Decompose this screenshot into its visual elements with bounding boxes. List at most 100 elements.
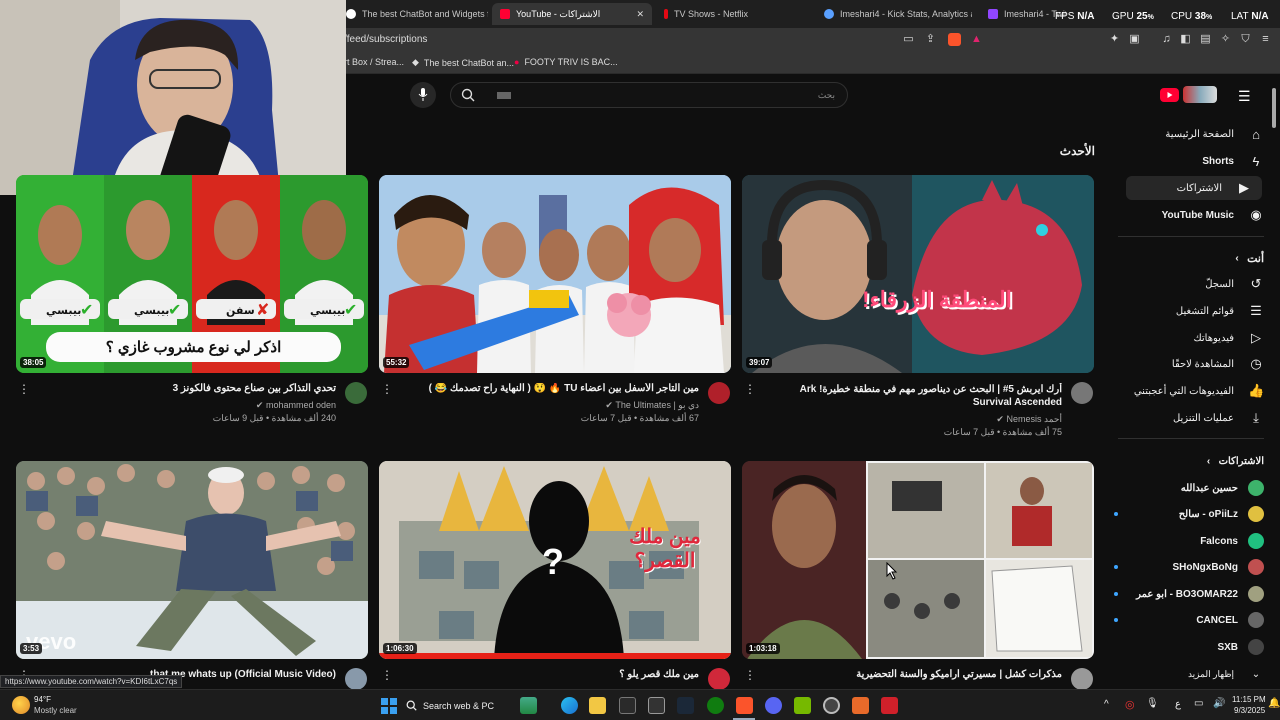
microphone-tray-icon[interactable]: 🎙: [1146, 698, 1159, 709]
video-channel[interactable]: دي بو | The Ultimates ✔: [403, 400, 699, 411]
subscription-item[interactable]: ابو عمر - BO3OMAR22: [1114, 583, 1264, 605]
terminal-icon[interactable]: [648, 697, 665, 714]
channel-avatar[interactable]: [1071, 382, 1093, 404]
network-icon[interactable]: ▭: [1194, 698, 1203, 709]
tray-app-icon[interactable]: ◎: [1125, 698, 1135, 711]
video-title[interactable]: أرك ايربش 5# | البحث عن ديناصور مهم في م…: [766, 383, 1062, 411]
input-language[interactable]: ع: [1175, 699, 1181, 710]
file-explorer-icon[interactable]: [589, 697, 606, 714]
weather-icon[interactable]: [12, 696, 30, 714]
nav-playlists[interactable]: قوائم التشغيل ☰: [1114, 299, 1264, 323]
youtube-logo-icon[interactable]: [1160, 88, 1179, 102]
sidebar-toggle-icon[interactable]: ◧: [1179, 33, 1192, 46]
nvidia-icon[interactable]: [794, 697, 811, 714]
tab-twitch[interactable]: Imeshari4 - Twitch: [980, 3, 1066, 25]
volume-icon[interactable]: 🔊: [1213, 698, 1225, 709]
video-title[interactable]: مذكرات كشل | مسيرتي اراميكو والسنة التحض…: [766, 669, 1062, 680]
clock[interactable]: 11:15 PM: [1232, 695, 1266, 704]
extensions-icon[interactable]: ✦: [1108, 33, 1121, 46]
subscription-item[interactable]: SHoNgxBoNg: [1114, 556, 1264, 578]
more-options-icon[interactable]: ⋮: [18, 382, 30, 396]
weather-desc[interactable]: Mostly clear: [34, 706, 77, 715]
channel-avatar[interactable]: [708, 382, 730, 404]
windows-start-icon[interactable]: [381, 698, 397, 714]
video-title[interactable]: تحدي التذاكر بين صناع محتوى فالكونز 3: [40, 383, 336, 394]
channel-avatar[interactable]: [1183, 86, 1217, 103]
voice-search-button[interactable]: [410, 82, 436, 108]
video-thumbnail[interactable]: 1:03:18: [742, 461, 1094, 659]
brave-browser-icon[interactable]: [736, 697, 753, 714]
tab-youtube[interactable]: YouTube - الاشتراكات ✕: [492, 3, 652, 25]
nav-liked-videos[interactable]: الفيديوهات التي أعجبتني 👍: [1114, 379, 1264, 403]
url-text[interactable]: /feed/subscriptions: [344, 34, 427, 45]
channel-avatar[interactable]: [1071, 668, 1093, 690]
steam-icon[interactable]: [677, 697, 694, 714]
subscription-item[interactable]: حسين عبدالله: [1114, 477, 1264, 499]
brave-shield-icon[interactable]: [948, 33, 961, 46]
nav-youtube-music[interactable]: YouTube Music ◉: [1114, 203, 1264, 227]
nav-history[interactable]: السجلّ ↺: [1114, 272, 1264, 296]
xbox-icon[interactable]: [707, 697, 724, 714]
show-more-button[interactable]: إظهار المزيد ⌄: [1114, 662, 1264, 686]
subscription-item[interactable]: SXB: [1114, 636, 1264, 658]
subscriptions-section-heading[interactable]: ‹ الاشتراكات: [1114, 449, 1264, 473]
subscription-item[interactable]: سالح - oPiiLz: [1114, 503, 1264, 525]
taskbar-search[interactable]: Search web & PC: [406, 695, 526, 716]
store-icon[interactable]: [619, 697, 636, 714]
more-options-icon[interactable]: ⋮: [381, 668, 393, 682]
channel-avatar[interactable]: [708, 668, 730, 690]
nav-home[interactable]: الصفحة الرئيسية ⌂: [1114, 122, 1264, 146]
channel-avatar[interactable]: [345, 382, 367, 404]
nav-your-videos[interactable]: فيديوهاتك ▷: [1114, 326, 1264, 350]
screenshot-icon[interactable]: ▣: [1128, 33, 1141, 46]
hamburger-menu-icon[interactable]: ☰: [1238, 88, 1251, 105]
video-thumbnail[interactable]: بيبسي ✔ بيبسي ✔ سفن ✘ بيبسي ✔ اذكر لي نوع مش…: [16, 175, 368, 373]
channel-avatar[interactable]: [345, 668, 367, 690]
rewards-icon[interactable]: ▲: [970, 33, 983, 46]
tab-kick-stats[interactable]: Imeshari4 - Kick Stats, Analytics and: [816, 3, 972, 25]
scrollbar-thumb[interactable]: [1272, 88, 1276, 128]
tab-netflix[interactable]: TV Shows - Netflix: [656, 3, 806, 25]
bookmark-item[interactable]: ◆ The best ChatBot an...: [412, 57, 514, 68]
app-icon[interactable]: [881, 697, 898, 714]
leo-ai-icon[interactable]: ✧: [1219, 33, 1232, 46]
nav-downloads[interactable]: عمليات التنزيل ⤓: [1114, 406, 1264, 430]
subscription-item[interactable]: CANCEL: [1114, 609, 1264, 631]
share-icon[interactable]: ⇪: [924, 33, 937, 46]
scrollbar[interactable]: [1270, 80, 1278, 680]
video-thumbnail[interactable]: ? مين ملك القصر؟ 1:06:30: [379, 461, 731, 659]
video-title[interactable]: مين ملك قصر يلو ؟: [403, 669, 699, 680]
search-icon[interactable]: [461, 88, 475, 107]
more-options-icon[interactable]: ⋮: [381, 382, 393, 396]
close-tab-icon[interactable]: ✕: [636, 9, 644, 20]
app-icon[interactable]: [852, 697, 869, 714]
you-section-heading[interactable]: ‹ أنت: [1114, 246, 1264, 270]
menu-icon[interactable]: ≡: [1259, 33, 1272, 46]
video-thumbnail[interactable]: vevo 3:53: [16, 461, 368, 659]
nav-subscriptions[interactable]: الاشتراكات ▶: [1126, 176, 1262, 200]
widgets-icon[interactable]: [520, 697, 537, 714]
video-channel[interactable]: mohammed oden ✔: [40, 400, 336, 411]
bookmark-item[interactable]: rt Box / Strea...: [344, 57, 404, 67]
vpn-icon[interactable]: ⛉: [1239, 33, 1252, 46]
subscription-item[interactable]: Falcons: [1114, 530, 1264, 552]
nav-watch-later[interactable]: المشاهدة لاحقًا ◷: [1114, 352, 1264, 376]
nav-shorts[interactable]: Shorts ϟ: [1114, 149, 1264, 173]
clock-date[interactable]: 9/3/2025: [1234, 706, 1265, 715]
discord-icon[interactable]: [765, 697, 782, 714]
search-box[interactable]: بحث: [450, 82, 848, 108]
notifications-icon[interactable]: 🔔: [1268, 698, 1280, 709]
tab-chatbot[interactable]: The best ChatBot and Widgets for Ki: [338, 3, 488, 25]
video-thumbnail[interactable]: المنطقة الزرقاء! 39:07: [742, 175, 1094, 373]
more-options-icon[interactable]: ⋮: [744, 668, 756, 682]
wallet-icon[interactable]: ▤: [1199, 33, 1212, 46]
obs-icon[interactable]: [823, 697, 840, 714]
video-thumbnail[interactable]: 55:32: [379, 175, 731, 373]
video-title[interactable]: مين التاجر الأسفل بين أعضاء TU 🔥 😲 ( الن…: [403, 383, 699, 394]
bookmark-item[interactable]: ● FOOTY TRIV IS BAC...: [514, 57, 618, 67]
more-options-icon[interactable]: ⋮: [744, 382, 756, 396]
video-channel[interactable]: أحمد Nemesis ✔: [766, 414, 1062, 425]
cast-icon[interactable]: ▭: [902, 33, 915, 46]
media-icon[interactable]: ♫: [1160, 33, 1173, 46]
weather-temp[interactable]: 94°F: [34, 695, 51, 704]
